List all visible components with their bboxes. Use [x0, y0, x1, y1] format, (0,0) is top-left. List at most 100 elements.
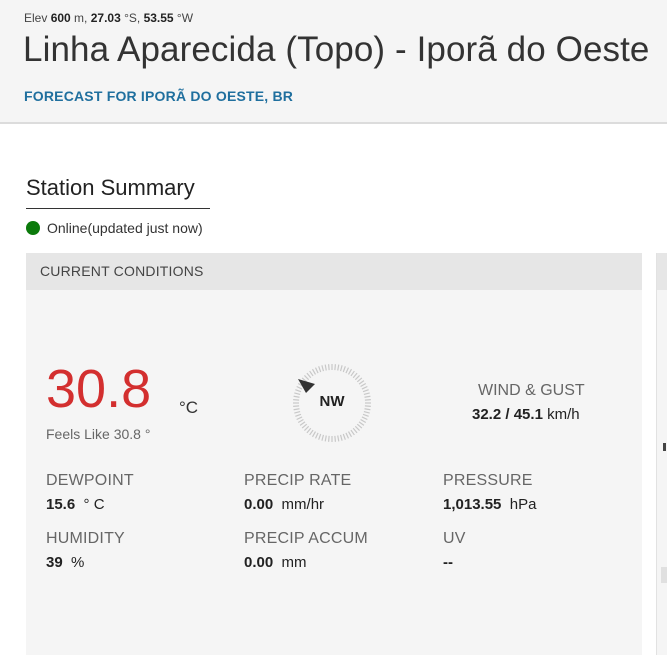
station-header: Elev 600 m, 27.03 °S, 53.55 °W Linha Apa… — [0, 0, 667, 124]
compass-tick — [339, 365, 343, 372]
compass-tick — [299, 421, 306, 426]
wind-unit: km/h — [542, 406, 580, 423]
current-temperature: 30.8 — [46, 359, 152, 419]
compass-tick — [347, 431, 353, 438]
humidity-value: 39 % — [46, 554, 84, 571]
dewpoint-unit: ° C — [83, 496, 105, 513]
compass-tick — [354, 374, 361, 381]
compass-tick — [356, 377, 363, 383]
compass-tick — [361, 416, 368, 421]
station-coordinates: Elev 600 m, 27.03 °S, 53.55 °W — [24, 11, 193, 25]
uv-label: UV — [443, 530, 466, 547]
compass-tick — [362, 413, 369, 417]
compass-tick — [303, 425, 310, 432]
compass-tick — [296, 416, 303, 421]
compass-tick — [350, 429, 355, 436]
pressure-value: 1,013.55 hPa — [443, 496, 536, 513]
compass-tick — [306, 372, 312, 379]
wind-separator: / — [501, 406, 514, 423]
compass-tick — [362, 389, 369, 393]
compass-tick — [297, 418, 304, 424]
compass-tick — [306, 427, 312, 434]
precip-rate-number: 0.00 — [244, 496, 274, 513]
compass-tick — [311, 431, 317, 438]
forecast-link[interactable]: FORECAST FOR IPORÃ DO OESTE, BR — [24, 88, 293, 104]
compass-tick — [324, 435, 327, 442]
compass-tick — [358, 421, 365, 426]
wind-speed: 32.2 — [472, 406, 502, 423]
adjacent-card-scroll — [661, 567, 667, 583]
wind-direction: NW — [319, 393, 345, 410]
latitude-unit: °S, — [120, 11, 144, 25]
humidity-number: 39 — [46, 554, 63, 571]
compass-tick — [334, 364, 336, 371]
longitude-unit: °W — [173, 11, 194, 25]
wind-gust-value: 32.2 / 45.1 km/h — [472, 406, 580, 423]
dewpoint-number: 15.6 — [46, 496, 76, 513]
precip-rate-label: PRECIP RATE — [244, 472, 352, 489]
compass-tick — [337, 364, 340, 371]
compass-tick — [339, 434, 343, 441]
compass-tick — [363, 410, 370, 414]
compass-tick — [347, 368, 353, 375]
pressure-unit: hPa — [509, 496, 537, 513]
compass-tick — [342, 433, 346, 440]
compass-tick — [352, 427, 358, 434]
compass-tick — [309, 429, 314, 436]
latitude-value: 27.03 — [90, 11, 121, 25]
online-status: Online(updated just now) — [26, 220, 203, 236]
current-conditions-header: CURRENT CONDITIONS — [26, 253, 642, 290]
compass-tick — [337, 435, 340, 442]
precip-accum-label: PRECIP ACCUM — [244, 530, 368, 547]
compass-tick — [318, 433, 322, 440]
compass-tick — [328, 435, 330, 442]
station-summary-heading: Station Summary — [26, 175, 210, 209]
pressure-number: 1,013.55 — [443, 496, 502, 513]
compass-tick — [309, 370, 314, 377]
adjacent-card-mark — [663, 443, 666, 451]
compass-tick — [314, 367, 319, 374]
compass-tick — [328, 364, 330, 371]
compass-tick — [301, 423, 308, 429]
compass-tick — [350, 370, 355, 377]
compass-tick — [303, 374, 310, 381]
compass-tick — [334, 435, 336, 442]
compass-tick — [311, 368, 317, 375]
station-title: Linha Aparecida (Topo) - Iporã do Oeste — [23, 30, 650, 69]
compass-tick — [361, 385, 368, 390]
compass-tick — [356, 423, 363, 429]
compass-tick — [318, 366, 322, 373]
current-conditions-card: CURRENT CONDITIONS — [26, 253, 642, 655]
compass-tick — [345, 367, 350, 374]
adjacent-card — [656, 253, 667, 655]
dewpoint-label: DEWPOINT — [46, 472, 134, 489]
precip-rate-value: 0.00 mm/hr — [244, 496, 324, 513]
humidity-unit: % — [71, 554, 85, 571]
longitude-value: 53.55 — [143, 11, 174, 25]
compass-tick — [360, 418, 367, 424]
compass-tick — [352, 372, 358, 379]
pressure-label: PRESSURE — [443, 472, 533, 489]
status-text: Online(updated just now) — [47, 220, 203, 236]
compass-tick — [296, 385, 303, 390]
temperature-unit: °C — [179, 398, 199, 417]
compass-tick — [354, 425, 361, 432]
elevation-prefix: Elev — [24, 11, 51, 25]
precip-rate-unit: mm/hr — [281, 496, 325, 513]
compass-tick — [294, 410, 301, 414]
status-dot-icon — [26, 221, 40, 235]
wind-gust-label: WIND & GUST — [478, 382, 585, 399]
compass-tick — [321, 434, 325, 441]
compass-tick — [314, 432, 319, 439]
uv-number: -- — [443, 554, 453, 571]
compass-tick — [295, 413, 302, 417]
precip-accum-number: 0.00 — [244, 554, 274, 571]
compass-tick — [360, 382, 367, 388]
uv-value: -- — [443, 554, 453, 571]
compass-tick — [321, 365, 325, 372]
compass-tick — [345, 432, 350, 439]
compass-tick — [295, 389, 302, 393]
precip-accum-value: 0.00 mm — [244, 554, 307, 571]
compass-tick — [342, 366, 346, 373]
elevation-unit: m, — [70, 11, 91, 25]
